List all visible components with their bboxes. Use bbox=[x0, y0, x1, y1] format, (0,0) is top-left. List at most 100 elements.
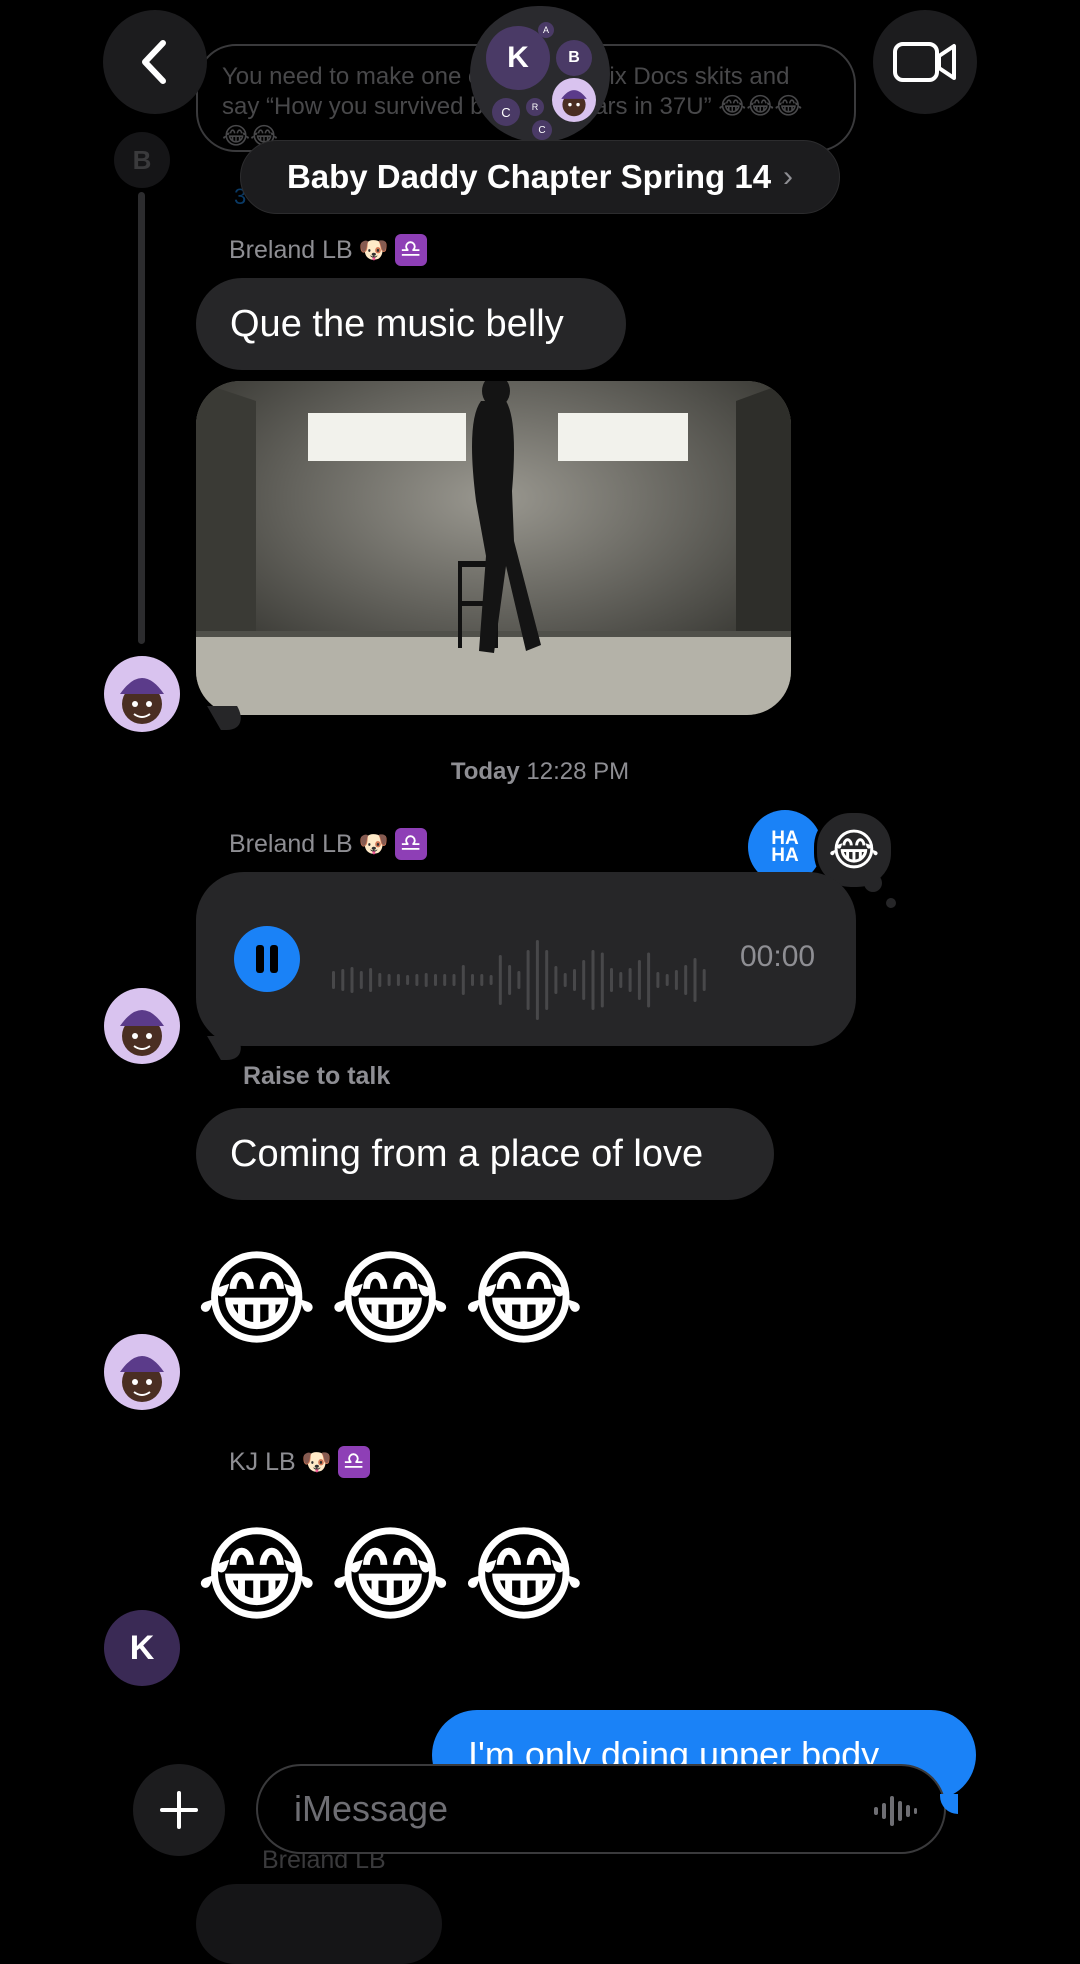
avatar[interactable]: K bbox=[104, 1610, 180, 1686]
message-input[interactable]: iMessage bbox=[256, 1764, 946, 1854]
memoji-icon bbox=[120, 1356, 164, 1402]
waveform-bar bbox=[656, 972, 660, 988]
waveform-bar bbox=[647, 952, 651, 1008]
waveform-bar bbox=[471, 974, 474, 986]
libra-icon: ♎ bbox=[337, 1446, 370, 1478]
back-button[interactable] bbox=[103, 10, 207, 114]
timestamp: Today 12:28 PM bbox=[450, 758, 630, 785]
waveform-bar bbox=[434, 974, 437, 986]
message-text: Que the music belly bbox=[230, 302, 564, 345]
emoji-message[interactable]: 😂 😂 😂 bbox=[196, 1516, 585, 1636]
waveform-bar bbox=[341, 969, 345, 991]
waveform-bar bbox=[582, 960, 586, 1000]
waveform-bar bbox=[406, 975, 410, 985]
audio-record-icon[interactable] bbox=[872, 1792, 918, 1830]
message-bubble[interactable] bbox=[196, 1884, 442, 1964]
waveform-bar bbox=[684, 965, 688, 995]
waveform-bar bbox=[350, 967, 354, 993]
memoji-icon bbox=[561, 90, 587, 117]
memoji-icon bbox=[120, 1010, 164, 1056]
thread-avatar: B bbox=[114, 132, 170, 188]
waveform-bar bbox=[619, 972, 623, 988]
video-attachment[interactable] bbox=[196, 381, 791, 715]
add-attachment-button[interactable] bbox=[133, 1764, 225, 1856]
sender-name: Breland LB 🐶 ♎ bbox=[229, 234, 427, 266]
waveform-bar bbox=[600, 952, 604, 1008]
group-member-c2: C bbox=[532, 120, 552, 140]
waveform-bar bbox=[415, 974, 419, 986]
laughing-emoji: 😂 bbox=[463, 1242, 585, 1358]
waveform-bar bbox=[610, 968, 613, 992]
waveform-bar bbox=[359, 971, 363, 989]
thread-line bbox=[138, 192, 145, 644]
waveform-bar bbox=[508, 965, 512, 995]
message-bubble[interactable]: Que the music belly bbox=[196, 278, 626, 370]
pause-button[interactable] bbox=[234, 926, 300, 992]
waveform-bar bbox=[461, 965, 465, 995]
waveform-bar bbox=[498, 955, 502, 1005]
waveform-bar bbox=[517, 971, 521, 989]
message-bubble[interactable]: Coming from a place of love bbox=[196, 1108, 774, 1200]
chevron-left-icon bbox=[142, 40, 166, 84]
sender-name: KJ LB 🐶 ♎ bbox=[229, 1446, 370, 1478]
waveform-bar bbox=[693, 958, 697, 1002]
waveform-bar bbox=[369, 968, 373, 992]
group-avatar-cluster[interactable]: K B A C R C bbox=[470, 6, 610, 142]
waveform-bar bbox=[554, 966, 558, 994]
waveform-bar bbox=[628, 968, 632, 992]
waveform-bar bbox=[443, 974, 447, 986]
waveform-bar bbox=[424, 973, 428, 987]
avatar[interactable] bbox=[104, 656, 180, 732]
reaction-tail-dot-small bbox=[886, 898, 896, 908]
laugh-emoji: 😂 bbox=[828, 825, 880, 875]
group-member-r: R bbox=[526, 98, 544, 116]
group-member-a: A bbox=[538, 22, 554, 38]
dog-emoji: 🐶 bbox=[358, 830, 389, 858]
laughing-emoji: 😂 bbox=[329, 1242, 452, 1358]
dog-emoji: 🐶 bbox=[358, 236, 389, 264]
emoji-message[interactable]: 😂 😂 😂 bbox=[196, 1240, 585, 1360]
pause-icon bbox=[256, 945, 278, 973]
waveform-bar bbox=[665, 974, 669, 986]
waveform-bar bbox=[545, 950, 549, 1010]
waveform-bar bbox=[535, 940, 539, 1020]
memoji-icon bbox=[120, 678, 164, 724]
reaction-tail-dot bbox=[864, 874, 882, 892]
waveform-bar bbox=[702, 969, 706, 991]
audio-duration: 00:00 bbox=[740, 940, 816, 973]
conversation-title[interactable]: Baby Daddy Chapter Spring 14 › bbox=[240, 140, 840, 214]
sender-name: Breland LB 🐶 ♎ bbox=[229, 828, 427, 860]
dog-emoji: 🐶 bbox=[301, 1448, 332, 1476]
facetime-video-button[interactable] bbox=[873, 10, 977, 114]
waveform-bar bbox=[387, 974, 391, 986]
waveform-bar bbox=[591, 950, 595, 1010]
laughing-emoji: 😂 bbox=[329, 1518, 452, 1634]
avatar[interactable] bbox=[104, 1334, 180, 1410]
group-member-c1: C bbox=[492, 98, 520, 126]
waveform-bar bbox=[674, 970, 678, 990]
avatar[interactable] bbox=[104, 988, 180, 1064]
waveform-bar bbox=[378, 973, 382, 987]
libra-icon: ♎ bbox=[394, 234, 427, 266]
waveform-bar bbox=[452, 974, 456, 986]
waveform-bar bbox=[480, 974, 484, 986]
video-camera-icon bbox=[893, 42, 956, 82]
libra-icon: ♎ bbox=[394, 828, 427, 860]
waveform-bar bbox=[563, 973, 567, 987]
group-member-b: B bbox=[556, 40, 592, 76]
raise-to-talk-label: Raise to talk bbox=[243, 1062, 391, 1090]
laughing-emoji: 😂 bbox=[196, 1518, 318, 1634]
group-member-memoji bbox=[552, 78, 596, 122]
waveform-bar bbox=[526, 950, 530, 1010]
audio-waveform bbox=[332, 940, 706, 1020]
waveform-bar bbox=[396, 974, 400, 986]
chevron-right-icon: › bbox=[783, 160, 794, 193]
waveform-bar bbox=[332, 971, 335, 989]
waveform-bar bbox=[637, 960, 641, 1000]
video-frame bbox=[196, 381, 791, 715]
plus-icon bbox=[160, 1791, 198, 1829]
message-input-placeholder: iMessage bbox=[294, 1788, 449, 1829]
laughing-emoji: 😂 bbox=[463, 1518, 585, 1634]
laughing-emoji: 😂 bbox=[196, 1242, 318, 1358]
message-text: Coming from a place of love bbox=[230, 1132, 704, 1175]
